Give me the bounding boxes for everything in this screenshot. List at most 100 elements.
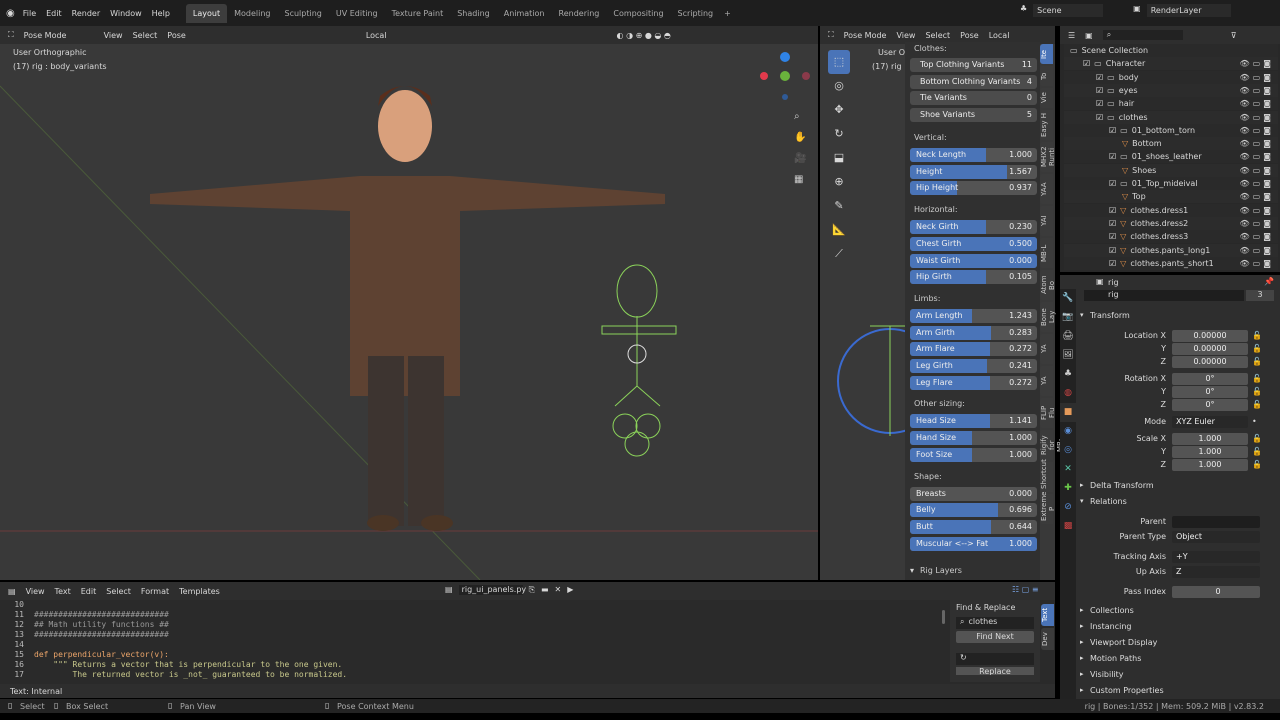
relation-field[interactable]: 0 [1172, 586, 1260, 598]
panel-header[interactable]: Instancing [1090, 622, 1131, 631]
relation-field[interactable]: Z [1172, 566, 1260, 578]
menu-render[interactable]: Render [72, 9, 100, 18]
texture-tab-icon[interactable]: ▩ [1060, 517, 1076, 536]
outliner-item[interactable]: ☑ ▽ clothes.pants_short1 👁▭◙ [1064, 256, 1278, 270]
outliner-item[interactable]: ☑ ▽ clothes.pants_long1 👁▭◙ [1064, 243, 1278, 257]
tab-animation[interactable]: Animation [497, 4, 552, 23]
slider-hip-height[interactable]: Hip Height 0.937 [910, 181, 1037, 196]
lock-icon[interactable]: 🔓 [1252, 460, 1262, 469]
slider-belly[interactable]: Belly 0.696 [910, 503, 1037, 518]
panel-header[interactable]: Relations [1090, 497, 1127, 506]
visibility-icons[interactable]: 👁▭◙ [1240, 206, 1274, 215]
scene-field[interactable]: Scene [1033, 4, 1104, 17]
slider-height[interactable]: Height 1.567 [910, 164, 1037, 179]
sidebar-tab[interactable]: Ite [1040, 44, 1053, 64]
slider-arm-girth[interactable]: Arm Girth 0.283 [910, 325, 1037, 340]
outliner-item[interactable]: ☑ ▭ 01_Top_mideival 👁▭◙ [1064, 177, 1278, 190]
checkbox[interactable]: ☑ [1109, 246, 1116, 255]
panel-header[interactable]: Custom Properties [1090, 686, 1164, 695]
relation-field[interactable] [1172, 516, 1260, 528]
visibility-icons[interactable]: 👁▭◙ [1240, 232, 1274, 241]
panel-header[interactable]: Viewport Display [1090, 638, 1157, 647]
checkbox[interactable]: ☑ [1096, 73, 1103, 82]
checkbox[interactable]: ☑ [1109, 126, 1116, 135]
text-view-toggles[interactable]: ☷ ▢ ≡ [1012, 585, 1039, 594]
visibility-icons[interactable]: 👁▭◙ [1240, 59, 1274, 68]
slider-arm-length[interactable]: Arm Length 1.243 [910, 308, 1037, 323]
lock-icon[interactable]: 🔓 [1252, 374, 1262, 383]
checkbox[interactable]: ☑ [1109, 232, 1116, 241]
orientation-select-2[interactable]: Local [989, 31, 1010, 40]
sidebar-tab[interactable]: MHX2 Runti [1040, 142, 1056, 172]
checkbox[interactable]: ☑ [1083, 59, 1090, 68]
checkbox[interactable]: ☑ [1096, 113, 1103, 122]
outliner-item[interactable]: ▽ Bottom 👁▭◙ [1064, 137, 1278, 151]
replace-button[interactable]: Replace [956, 667, 1034, 675]
lock-icon[interactable]: 🔓 [1252, 331, 1262, 340]
add-workspace-icon[interactable]: + [724, 9, 731, 18]
render-tab-icon[interactable]: 📷 [1060, 308, 1076, 327]
outliner-item[interactable]: ☑ ▭ Character 👁▭◙ [1064, 57, 1278, 71]
users-count[interactable]: 3 [1246, 290, 1274, 301]
checkbox[interactable]: ☑ [1096, 99, 1103, 108]
sidebar-tab[interactable]: YA [1040, 366, 1053, 396]
visibility-icons[interactable]: 👁▭◙ [1240, 259, 1274, 268]
slider-butt[interactable]: Butt 0.644 [910, 519, 1037, 534]
visibility-icons[interactable]: 👁▭◙ [1240, 73, 1274, 82]
bone-tab-icon[interactable]: ✚ [1060, 479, 1076, 498]
sidebar-tab[interactable]: YAI [1040, 206, 1053, 236]
view-layer-tab-icon[interactable]: 🖼 [1060, 346, 1076, 365]
search-icon[interactable]: ⌕ [1102, 30, 1183, 40]
outliner-item[interactable]: ☑ ▽ clothes.dress2 👁▭◙ [1064, 216, 1278, 230]
scene-icon[interactable]: ♣ [1020, 4, 1027, 17]
sidebar-tab[interactable]: YA [1040, 334, 1053, 364]
tab-uv-editing[interactable]: UV Editing [329, 4, 385, 23]
slider-hip-girth[interactable]: Hip Girth 0.105 [910, 270, 1037, 285]
run-script-icon[interactable]: ▶ [567, 585, 573, 595]
panel-header[interactable]: Motion Paths [1090, 654, 1141, 663]
checkbox[interactable]: ☑ [1109, 219, 1116, 228]
visibility-icons[interactable]: 👁▭◙ [1240, 139, 1274, 148]
view-layer-field[interactable]: RenderLayer [1146, 4, 1231, 17]
checkbox[interactable]: ☑ [1096, 86, 1103, 95]
sidebar-tab[interactable]: Vie [1040, 88, 1053, 108]
outliner-item[interactable]: ☑ ▭ hair 👁▭◙ [1064, 97, 1278, 111]
slider-neck-girth[interactable]: Neck Girth 0.230 [910, 220, 1037, 235]
slider-hand-size[interactable]: Hand Size 1.000 [910, 431, 1037, 446]
outliner-item[interactable]: ▽ Shoes 👁▭◙ [1064, 163, 1278, 177]
visibility-icons[interactable]: 👁▭◙ [1240, 166, 1274, 175]
prop-field[interactable]: 0.00000 [1172, 330, 1248, 342]
sidebar-tab[interactable]: MB-L [1040, 238, 1053, 268]
keyframe-dot-icon[interactable]: • [1252, 417, 1257, 426]
visibility-icons[interactable]: 👁▭◙ [1240, 99, 1274, 108]
visibility-icons[interactable]: 👁▭◙ [1240, 152, 1274, 161]
constraints-tab-icon[interactable]: ◉ [1060, 422, 1076, 441]
prop-field[interactable]: XYZ Euler [1172, 416, 1248, 428]
text-menu-view[interactable]: View [26, 587, 45, 596]
text-menu-text[interactable]: Text [55, 587, 71, 596]
menu-file[interactable]: File [23, 9, 36, 18]
lock-icon[interactable]: 🔓 [1252, 357, 1262, 366]
armature-tab-icon[interactable]: ✕ [1060, 460, 1076, 479]
panel-header[interactable]: Transform [1090, 311, 1130, 320]
text-scrollbar[interactable] [942, 610, 945, 624]
text-datablock-icon[interactable]: ▤ [445, 585, 453, 595]
sidebar-tab[interactable]: FLIP Flu [1040, 398, 1056, 428]
tab-modeling[interactable]: Modeling [227, 4, 277, 23]
int-field[interactable]: Top Clothing Variants 11 [910, 58, 1037, 72]
viewport-nav-icons[interactable]: ⌕ ✋ 🎥 ▦ [794, 106, 806, 190]
sidebar-tab[interactable]: YAA [1040, 174, 1053, 204]
prop-field[interactable]: 1.000 [1172, 459, 1248, 471]
panel-header[interactable]: Collections [1090, 606, 1134, 615]
int-field[interactable]: Bottom Clothing Variants 4 [910, 74, 1037, 89]
outliner-item[interactable]: ☑ ▭ eyes 👁▭◙ [1064, 83, 1278, 97]
menu-pose-2[interactable]: Pose [960, 31, 979, 40]
tab-texture-paint[interactable]: Texture Paint [385, 4, 451, 23]
display-mode-icon[interactable]: ▣ [1085, 31, 1093, 40]
visibility-icons[interactable]: 👁▭◙ [1240, 246, 1274, 255]
slider-waist-girth[interactable]: Waist Girth 0.000 [910, 253, 1037, 268]
prop-field[interactable]: 1.000 [1172, 433, 1248, 445]
visibility-icons[interactable]: 👁▭◙ [1240, 219, 1274, 228]
text-file-field[interactable]: ▤ rig_ui_panels.py ⎘ ▬ ✕ ▶ [445, 585, 573, 595]
blender-logo-icon[interactable]: ◉ [6, 8, 15, 19]
